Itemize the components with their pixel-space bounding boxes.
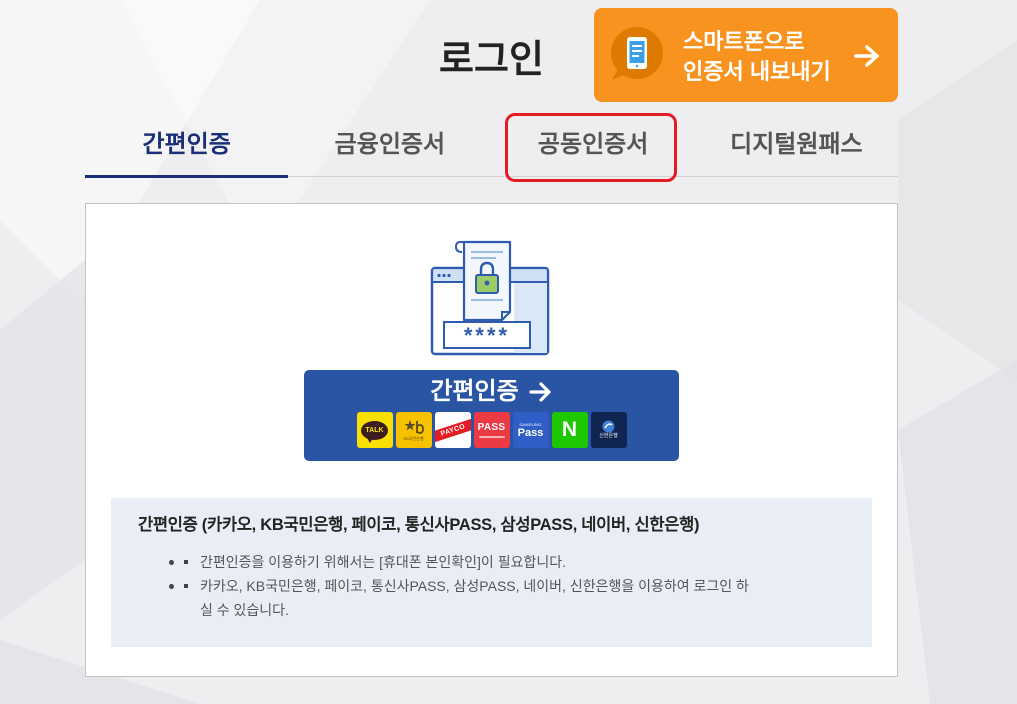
login-panel: **** 간편인증 TALK KB국민은행 PAYCO PASS SAMSUNG… (85, 203, 898, 677)
easy-auth-button-label: 간편인증 (430, 378, 519, 405)
easy-auth-button[interactable]: 간편인증 TALK KB국민은행 PAYCO PASS SAMSUNG Pass… (304, 370, 679, 461)
samsung-pass-text: Pass (517, 426, 544, 439)
kakao-logo-text: TALK (365, 426, 384, 434)
login-method-tabs: 간편인증 금융인증서 공동인증서 디지털원패스 (85, 113, 898, 178)
kb-symbol-icon (404, 420, 424, 434)
shinhan-symbol-icon (602, 420, 615, 433)
tab-financial-certificate[interactable]: 금융인증서 (288, 113, 491, 176)
certificate-lock-icon: **** (430, 240, 550, 356)
arrow-right-icon (854, 45, 879, 67)
pass-logo-text: PASS (477, 422, 506, 433)
export-button-line2: 인증서 내보내기 (683, 59, 831, 84)
export-button-line1: 스마트폰으로 (683, 29, 805, 54)
tab-easy-auth[interactable]: 간편인증 (85, 113, 289, 178)
tab-digital-onepass[interactable]: 디지털원패스 (695, 113, 898, 176)
shinhan-logo: 신한은행 (590, 412, 627, 448)
list-item: 간편인증을 이용하기 위해서는 [휴대폰 본인확인]이 필요합니다. (166, 550, 760, 574)
info-list: 간편인증을 이용하기 위해서는 [휴대폰 본인확인]이 필요합니다. 카카오, … (166, 550, 760, 622)
naver-logo: N (551, 412, 588, 448)
info-box: 간편인증 (카카오, KB국민은행, 페이코, 통신사PASS, 삼성PASS,… (111, 498, 872, 647)
info-item-text: 간편인증을 이용하기 위해서는 [휴대폰 본인확인]이 필요합니다. (200, 554, 566, 570)
naver-logo-text: N (561, 418, 578, 441)
samsung-pass-logo: SAMSUNG Pass (512, 412, 549, 448)
tab-joint-certificate[interactable]: 공동인증서 (492, 113, 695, 176)
export-button-label: 스마트폰으로 인증서 내보내기 (683, 27, 831, 87)
list-item: 카카오, KB국민은행, 페이코, 통신사PASS, 삼성PASS, 네이버, … (166, 574, 760, 622)
info-item-text: 카카오, KB국민은행, 페이코, 통신사PASS, 삼성PASS, 네이버, … (200, 578, 749, 618)
shinhan-logo-text: 신한은행 (599, 433, 618, 439)
provider-logos: TALK KB국민은행 PAYCO PASS SAMSUNG Pass N 신한… (304, 412, 679, 448)
kb-logo-text: KB국민은행 (403, 436, 424, 441)
smartphone-icon (611, 27, 663, 80)
export-certificate-to-smartphone-button[interactable]: 스마트폰으로 인증서 내보내기 (594, 8, 898, 102)
payco-logo: PAYCO (434, 412, 471, 448)
arrow-right-icon (529, 382, 551, 402)
kb-logo: KB국민은행 (395, 412, 432, 448)
payco-logo-text: PAYCO (439, 422, 466, 438)
pass-logo: PASS (473, 412, 510, 448)
info-title: 간편인증 (카카오, KB국민은행, 페이코, 통신사PASS, 삼성PASS,… (138, 516, 700, 534)
kakao-logo: TALK (356, 412, 393, 448)
password-mask: **** (464, 323, 510, 348)
easy-auth-button-header: 간편인증 (304, 377, 679, 407)
